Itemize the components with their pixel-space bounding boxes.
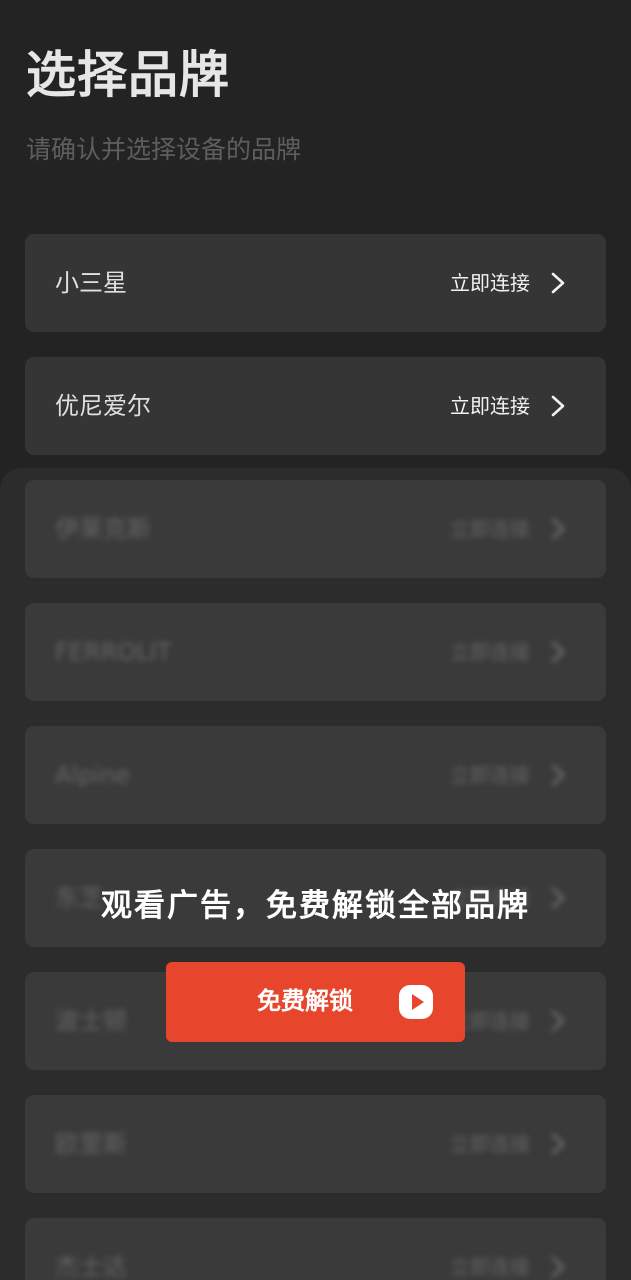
free-unlock-label: 免费解锁 (257, 988, 353, 1015)
brand-name: 优尼爱尔 (55, 392, 151, 420)
brand-name: Alpine (55, 761, 130, 789)
locked-brand-item-6: 杰士达 立即连接 (25, 1218, 606, 1280)
connect-now-label[interactable]: 立即连接 (450, 357, 530, 455)
connect-now-label: 立即连接 (450, 763, 530, 787)
chevron-right-icon (551, 641, 565, 663)
chevron-right-icon (551, 1010, 565, 1032)
chevron-right-icon (551, 1256, 565, 1278)
chevron-right-icon (551, 1133, 565, 1155)
locked-brand-list: 伊莱克斯 立即连接 FERROLIT 立即连接 Alpine 立即连接 东芝 立… (25, 480, 606, 1280)
brand-item-1[interactable]: 优尼爱尔 立即连接 (25, 357, 606, 455)
brand-name: 小三星 (55, 269, 127, 297)
free-unlock-button[interactable]: 免费解锁 (166, 962, 465, 1042)
chevron-right-icon (551, 272, 565, 294)
brand-name: 伊莱克斯 (55, 515, 151, 543)
brand-name: FERROLIT (55, 638, 172, 666)
play-video-icon (399, 985, 433, 1019)
locked-brand-item-1: FERROLIT 立即连接 (25, 603, 606, 701)
connect-now-label: 立即连接 (450, 517, 530, 541)
connect-now-label[interactable]: 立即连接 (450, 234, 530, 332)
locked-brand-item-0: 伊莱克斯 立即连接 (25, 480, 606, 578)
brand-list: 小三星 立即连接 优尼爱尔 立即连接 (25, 234, 606, 480)
brand-item-0[interactable]: 小三星 立即连接 (25, 234, 606, 332)
connect-now-label: 立即连接 (450, 1255, 530, 1279)
locked-brand-item-5: 欧里斯 立即连接 (25, 1095, 606, 1193)
page-subtitle: 请确认并选择设备的品牌 (26, 135, 302, 164)
locked-brands-overlay: 伊莱克斯 立即连接 FERROLIT 立即连接 Alpine 立即连接 东芝 立… (0, 468, 631, 1280)
chevron-right-icon (551, 395, 565, 417)
connect-now-label: 立即连接 (450, 1132, 530, 1156)
brand-name: 波士顿 (55, 1007, 127, 1035)
brand-select-page: 选择品牌 请确认并选择设备的品牌 小三星 立即连接 优尼爱尔 立即连接 伊莱克斯… (0, 0, 631, 1280)
locked-brand-item-2: Alpine 立即连接 (25, 726, 606, 824)
unlock-prompt-text: 观看广告，免费解锁全部品牌 (101, 888, 530, 924)
brand-name: 欧里斯 (55, 1130, 127, 1158)
chevron-right-icon (551, 518, 565, 540)
page-title: 选择品牌 (26, 46, 230, 104)
brand-name: 杰士达 (55, 1253, 127, 1280)
chevron-right-icon (551, 764, 565, 786)
connect-now-label: 立即连接 (450, 640, 530, 664)
